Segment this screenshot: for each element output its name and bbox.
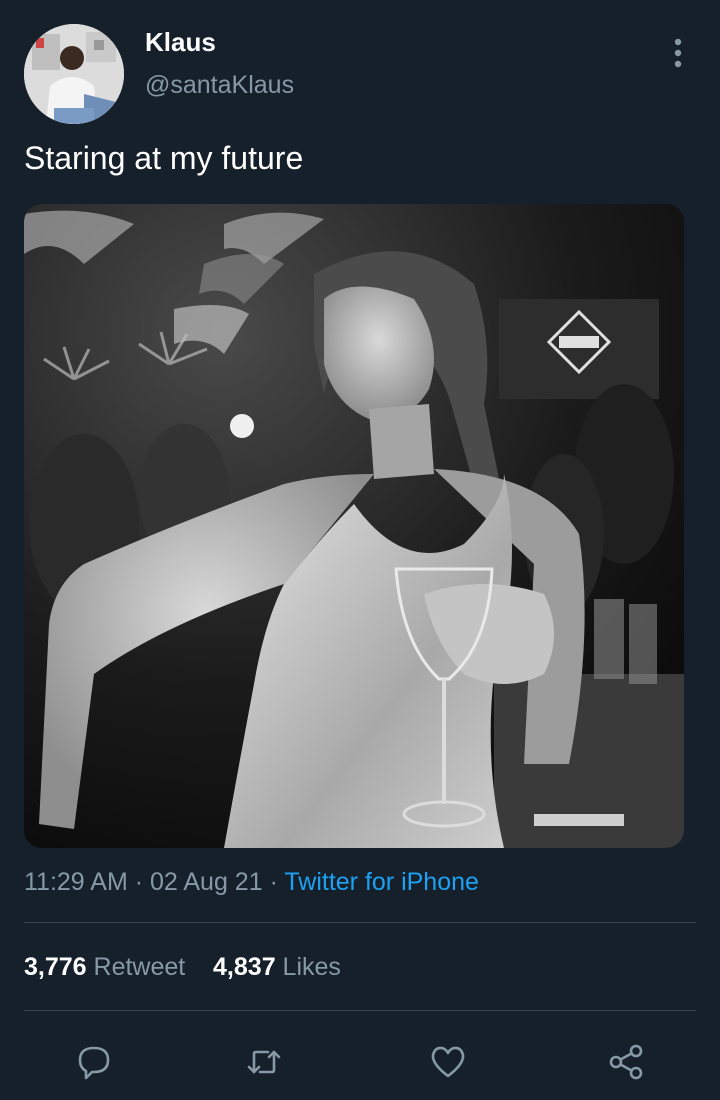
- likes-count: 4,837: [213, 953, 276, 981]
- tweet-photo[interactable]: [24, 204, 684, 848]
- photo-image: [24, 204, 684, 848]
- more-vertical-icon: [674, 38, 682, 68]
- retweet-icon: [247, 1050, 281, 1074]
- reply-icon: [78, 1046, 110, 1080]
- retweets-count: 3,776: [24, 953, 87, 981]
- likes-label: Likes: [282, 953, 341, 981]
- tweet-source-link[interactable]: Twitter for iPhone: [284, 868, 479, 896]
- likes-stat[interactable]: 4,837 Likes: [213, 953, 341, 981]
- like-button[interactable]: [426, 1040, 470, 1084]
- divider: [24, 1010, 696, 1011]
- heart-icon: [431, 1046, 465, 1078]
- tweet-text: Staring at my future: [24, 140, 304, 176]
- avatar-image: [24, 24, 124, 124]
- retweets-stat[interactable]: 3,776 Retweet: [24, 953, 185, 981]
- author-handle[interactable]: @santaKlaus: [145, 71, 294, 100]
- author-display-name[interactable]: Klaus: [145, 27, 216, 58]
- tweet-actions: [0, 1032, 720, 1088]
- divider: [24, 922, 696, 923]
- avatar[interactable]: [24, 24, 124, 124]
- share-button[interactable]: [604, 1040, 648, 1084]
- tweet-meta: 11:29 AM · 02 Aug 21 · Twitter for iPhon…: [24, 868, 479, 897]
- tweet-stats: 3,776 Retweet 4,837 Likes: [24, 953, 341, 982]
- retweets-label: Retweet: [93, 953, 186, 981]
- share-icon: [609, 1044, 643, 1080]
- more-options-button[interactable]: [664, 36, 692, 70]
- tweet-date: 02 Aug 21: [150, 868, 263, 896]
- reply-button[interactable]: [72, 1040, 116, 1084]
- meta-separator: ·: [262, 868, 285, 896]
- meta-separator: ·: [127, 868, 150, 896]
- retweet-button[interactable]: [242, 1040, 286, 1084]
- tweet-time: 11:29 AM: [24, 868, 128, 896]
